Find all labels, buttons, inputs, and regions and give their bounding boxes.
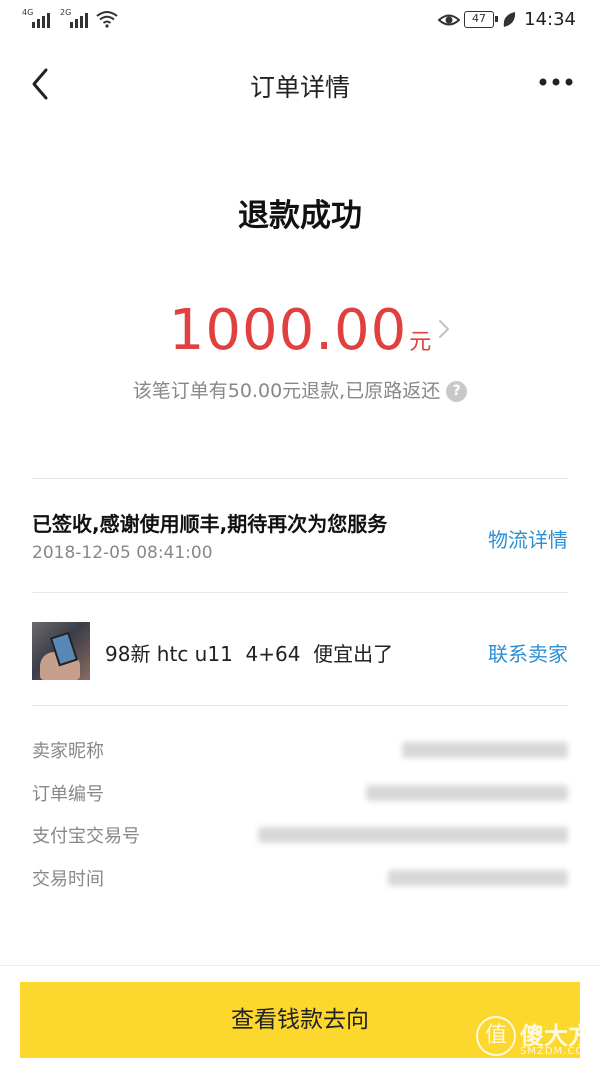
item-thumbnail[interactable] — [32, 622, 90, 680]
seller-nickname-label: 卖家昵称 — [32, 741, 104, 762]
signal-icon: 2G — [60, 8, 88, 28]
chevron-right-icon[interactable] — [437, 318, 451, 340]
refund-amount-unit: 元 — [409, 330, 432, 355]
watermark-logo-icon: 值 — [476, 1016, 516, 1056]
leaf-icon — [503, 12, 516, 27]
help-icon[interactable]: ? — [446, 381, 468, 402]
item-title[interactable]: 98新 htc u11 4+64 便宜出了 — [105, 638, 393, 667]
page-title: 订单详情 — [249, 73, 350, 102]
refund-amount: 1000.00 — [168, 298, 408, 363]
watermark-site: SMZDM.COM — [520, 1046, 594, 1057]
contact-seller-link[interactable]: 联系卖家 — [488, 638, 568, 667]
divider — [32, 478, 568, 479]
alipay-transaction-label: 支付宝交易号 — [32, 826, 140, 847]
nav-bar: 订单详情 — [0, 42, 600, 126]
logistics-message: 已签收,感谢使用顺丰,期待再次为您服务 — [32, 512, 388, 536]
status-bar: 4G 2G 47 14:34 — [0, 0, 600, 42]
logistics-details-link[interactable]: 物流详情 — [488, 524, 568, 553]
battery-level: 47 — [472, 12, 486, 25]
logistics-timestamp: 2018-12-05 08:41:00 — [32, 543, 213, 563]
redacted-value — [366, 785, 568, 801]
watermark: 值 傻大方 SMZDM.COM — [476, 1012, 594, 1064]
battery-icon: 47 — [464, 11, 498, 28]
signal-icon: 4G — [22, 8, 50, 28]
sim2-network-label: 2G — [60, 8, 72, 17]
transaction-time-label: 交易时间 — [32, 869, 104, 890]
eye-comfort-icon — [438, 14, 460, 26]
wifi-icon — [96, 11, 118, 28]
status-time: 14:34 — [524, 9, 576, 30]
order-number-label: 订单编号 — [32, 784, 104, 805]
redacted-value — [402, 742, 568, 758]
divider — [32, 705, 568, 706]
footer-divider — [0, 965, 600, 966]
divider — [32, 592, 568, 593]
refund-status-title: 退款成功 — [238, 198, 362, 234]
refund-note-text: 该笔订单有50.00元退款,已原路返还 — [132, 380, 441, 402]
sim1-network-label: 4G — [22, 8, 34, 17]
refund-amount-row[interactable]: 1000.00元 — [0, 298, 600, 363]
redacted-value — [388, 870, 568, 886]
redacted-value — [258, 827, 568, 843]
more-options-icon[interactable] — [538, 72, 574, 92]
refund-note: 该笔订单有50.00元退款,已原路返还? — [0, 376, 600, 403]
